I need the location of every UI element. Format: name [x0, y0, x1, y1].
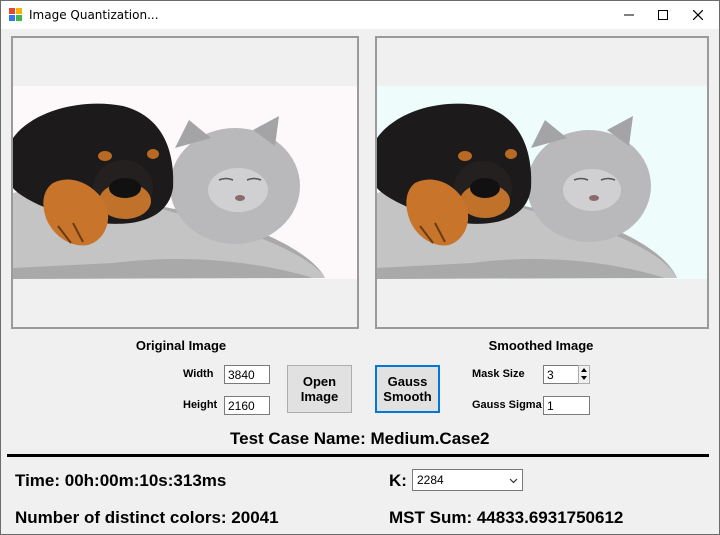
gauss-smooth-button[interactable]: Gauss Smooth	[375, 365, 440, 413]
spin-down-icon[interactable]	[579, 374, 589, 382]
original-image-caption: Original Image	[135, 338, 227, 353]
mask-size-label: Mask Size	[472, 368, 525, 380]
spin-up-icon[interactable]	[579, 366, 589, 374]
open-image-button-line1: Open	[302, 374, 337, 389]
open-image-button[interactable]: Open Image	[287, 365, 352, 413]
mask-size-spinner[interactable]	[578, 365, 590, 384]
maximize-icon	[658, 10, 668, 20]
smoothed-image-caption: Smoothed Image	[488, 338, 594, 353]
gauss-smooth-button-line1: Gauss	[387, 374, 428, 389]
divider	[7, 454, 709, 457]
close-icon	[693, 10, 703, 20]
original-image-box	[11, 36, 359, 329]
k-select[interactable]: 2284	[412, 469, 523, 491]
window-title: Image Quantization...	[29, 8, 159, 22]
mask-size-input[interactable]: 3	[543, 365, 579, 384]
title-bar[interactable]: Image Quantization...	[1, 1, 719, 29]
minimize-icon	[624, 14, 634, 16]
mst-sum-label: MST Sum: 44833.6931750612	[389, 508, 624, 527]
original-image	[13, 86, 357, 279]
k-label: K:	[389, 471, 407, 490]
width-label: Width	[183, 368, 214, 380]
height-field[interactable]: 2160	[224, 396, 270, 415]
open-image-button-line2: Image	[300, 389, 339, 404]
close-button[interactable]	[680, 1, 716, 29]
k-select-value: 2284	[417, 473, 444, 487]
gauss-sigma-label: Gauss Sigma	[472, 399, 542, 411]
height-label: Height	[183, 399, 218, 411]
smoothed-image	[377, 86, 707, 279]
chevron-down-icon	[509, 474, 518, 488]
width-field[interactable]: 3840	[224, 365, 270, 384]
test-case-name: Test Case Name: Medium.Case2	[230, 429, 490, 448]
gauss-sigma-input[interactable]: 1	[543, 396, 590, 415]
gauss-smooth-button-line2: Smooth	[383, 389, 432, 404]
time-label: Time: 00h:00m:10s:313ms	[15, 471, 227, 490]
minimize-button[interactable]	[611, 1, 647, 29]
maximize-button[interactable]	[645, 1, 681, 29]
distinct-colors-label: Number of distinct colors: 20041	[15, 508, 279, 527]
main-window: Image Quantization... Original Image Smo…	[0, 0, 720, 535]
smoothed-image-box	[375, 36, 709, 329]
app-icon	[9, 8, 22, 21]
